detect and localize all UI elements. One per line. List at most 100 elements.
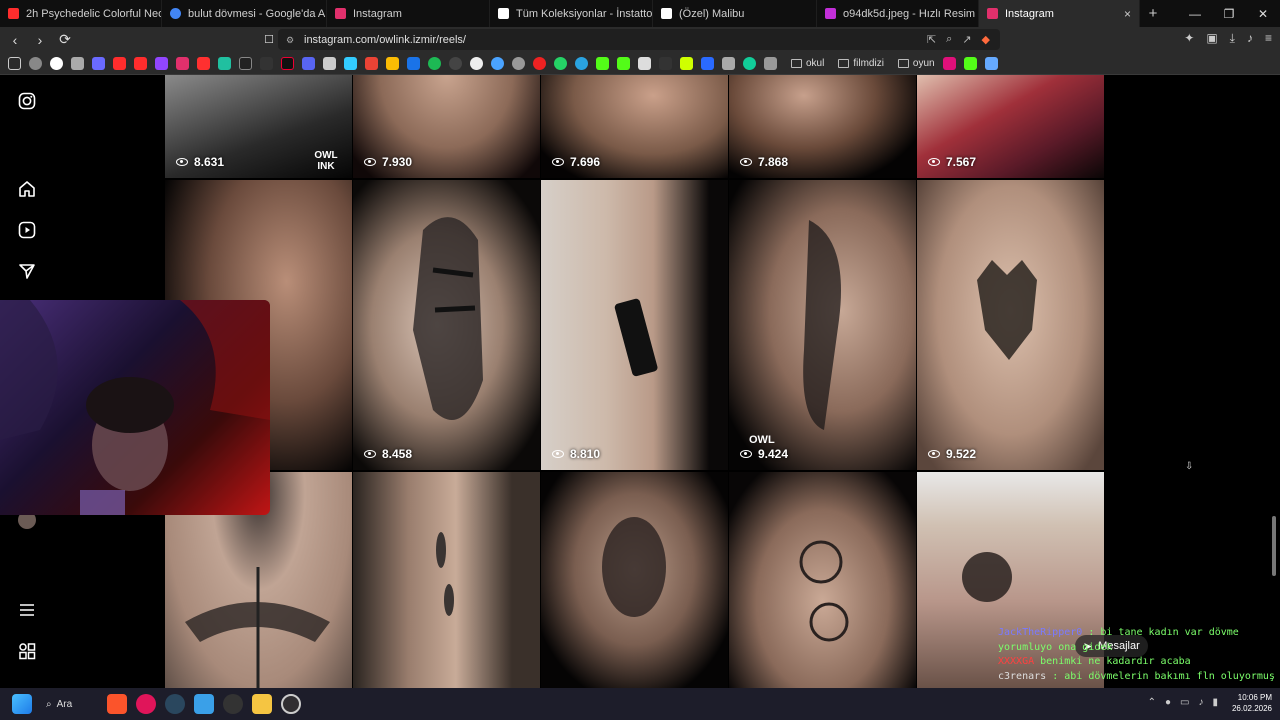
tiktok-icon[interactable] [281, 56, 294, 70]
reels-icon[interactable] [17, 221, 37, 241]
reel-thumbnail[interactable] [729, 472, 916, 688]
bookmark-site-icon[interactable] [701, 56, 714, 70]
reel-thumbnail[interactable]: 7.930 [353, 75, 540, 178]
file-explorer-icon[interactable] [252, 694, 272, 714]
chevron-up-icon[interactable]: ⌃ [1148, 697, 1156, 708]
taskbar-search[interactable]: ⌕ Ara [46, 699, 98, 710]
history-icon[interactable] [29, 56, 42, 70]
reel-thumbnail[interactable]: 7.868 [729, 75, 916, 178]
tab-image-preview[interactable]: o94dk5d.jpeg - Hızlı Resim [817, 0, 979, 27]
twitch-icon[interactable] [155, 56, 168, 70]
tab-google[interactable]: bulut dövmesi - Google'da Ara [162, 0, 327, 27]
new-tab-button[interactable]: + [1140, 5, 1166, 22]
download-icon[interactable]: ⇩ [1185, 461, 1193, 472]
tab-instattoo[interactable]: Tüm Koleksiyonlar - İnstattoo [490, 0, 653, 27]
bookmark-icon[interactable]: ☐ [259, 33, 279, 46]
youtube-icon[interactable] [113, 56, 126, 70]
reel-thumbnail[interactable]: 7.567 [917, 75, 1104, 178]
github-icon[interactable] [470, 56, 483, 70]
instagram-icon[interactable] [176, 56, 189, 70]
threads-icon[interactable] [260, 56, 273, 70]
bookmark-site-icon[interactable] [659, 56, 672, 70]
menu-icon[interactable]: ≡ [1265, 31, 1272, 46]
tab-instagram-1[interactable]: Instagram [327, 0, 490, 27]
bookmark-site-icon[interactable] [449, 56, 462, 70]
reel-thumbnail[interactable]: 8.458 [353, 180, 540, 470]
chatgpt-icon[interactable] [223, 694, 243, 714]
address-bar[interactable]: ⚙ instagram.com/owlink.izmir/reels/ ⇱ ⌕ … [278, 29, 1000, 50]
steam-icon[interactable] [165, 694, 185, 714]
home-icon[interactable] [17, 180, 37, 200]
forward-button[interactable]: › [30, 32, 50, 48]
reload-button[interactable]: ⟳ [55, 31, 75, 48]
bookmark-site-icon[interactable] [764, 56, 777, 70]
bookmark-site-icon[interactable] [743, 56, 756, 70]
telegram-icon[interactable] [575, 56, 588, 70]
mic-icon[interactable]: ● [1165, 697, 1171, 708]
reel-thumbnail[interactable]: 9.522 [917, 180, 1104, 470]
gmail-icon[interactable] [365, 56, 378, 70]
bookmark-site-icon[interactable] [680, 56, 693, 70]
brave-shield-icon[interactable]: ◆ [982, 33, 990, 46]
close-tab-icon[interactable]: × [1124, 7, 1131, 21]
discord-icon[interactable] [302, 56, 315, 70]
reel-thumbnail[interactable] [541, 472, 728, 688]
kick-icon[interactable] [596, 56, 609, 70]
tab-youtube[interactable]: 2h Psychedelic Colorful Neon Backg [0, 0, 162, 27]
bookmark-site-icon[interactable] [71, 56, 84, 70]
reel-thumbnail[interactable]: 7.696 [541, 75, 728, 178]
back-button[interactable]: ‹ [5, 32, 25, 48]
bookmark-site-icon[interactable] [722, 56, 735, 70]
apps-icon[interactable] [17, 642, 37, 662]
scrollbar[interactable] [1272, 516, 1276, 576]
youtube-icon[interactable] [134, 56, 147, 70]
volume-icon[interactable]: ♪ [1198, 697, 1203, 708]
close-window-button[interactable]: ✕ [1246, 7, 1280, 21]
kick-icon[interactable] [617, 56, 630, 70]
tab-instagram-active[interactable]: Instagram × [979, 0, 1140, 27]
open-external-icon[interactable]: ⇱ [927, 33, 936, 46]
bookmark-folder-filmdizi[interactable]: filmdizi [838, 58, 884, 69]
reel-thumbnail[interactable]: 9.424 OWL [729, 180, 916, 470]
bookmark-site-icon[interactable] [218, 56, 231, 70]
bookmark-site-icon[interactable] [491, 56, 504, 70]
network-icon[interactable]: ▭ [1180, 697, 1189, 708]
restore-button[interactable]: ❐ [1212, 7, 1246, 21]
x-icon[interactable] [239, 56, 252, 70]
bookmark-site-icon[interactable] [344, 56, 357, 70]
site-info-icon[interactable]: ⚙ [286, 35, 296, 45]
menu-icon[interactable] [17, 601, 37, 621]
photos-icon[interactable] [194, 694, 214, 714]
clock[interactable]: 10:06 PM 26.02.2026 [1232, 692, 1272, 714]
downloads-icon[interactable]: ⤓ [1230, 31, 1235, 46]
bookmark-site-icon[interactable] [407, 56, 420, 70]
bookmark-site-icon[interactable] [984, 56, 998, 70]
spotify-icon[interactable] [428, 56, 441, 70]
minimize-button[interactable]: — [1178, 7, 1212, 21]
bookmark-folder-oyun[interactable]: oyun [897, 58, 935, 69]
bookmark-folder-okul[interactable]: okul [791, 58, 824, 69]
send-icon[interactable] [17, 262, 37, 282]
media-player-icon[interactable] [136, 694, 156, 714]
battery-icon[interactable]: ▮ [1212, 697, 1218, 708]
kick-icon[interactable] [963, 56, 977, 70]
sidebar-toggle-icon[interactable]: ▣ [1206, 31, 1217, 46]
bookmark-site-icon[interactable] [533, 56, 546, 70]
bookmark-site-icon[interactable] [92, 56, 105, 70]
google-icon[interactable] [50, 56, 63, 70]
tab-malibu[interactable]: (Özel) Malibu [653, 0, 817, 27]
reel-thumbnail[interactable] [353, 472, 540, 688]
reel-thumbnail[interactable]: 8.631 OWL INK [165, 75, 352, 178]
bookmark-site-icon[interactable] [512, 56, 525, 70]
bookmark-site-icon[interactable] [197, 56, 210, 70]
windows-start-icon[interactable] [12, 694, 32, 714]
extensions-icon[interactable]: ✦ [1184, 31, 1194, 46]
apps-grid-icon[interactable] [8, 56, 21, 70]
share-icon[interactable]: ↗ [962, 33, 971, 46]
bookmark-site-icon[interactable] [323, 56, 336, 70]
bookmark-site-icon[interactable] [638, 56, 651, 70]
brave-icon[interactable] [107, 694, 127, 714]
zoom-icon[interactable]: ⌕ [946, 33, 952, 46]
whatsapp-icon[interactable] [554, 56, 567, 70]
drive-icon[interactable] [386, 56, 399, 70]
